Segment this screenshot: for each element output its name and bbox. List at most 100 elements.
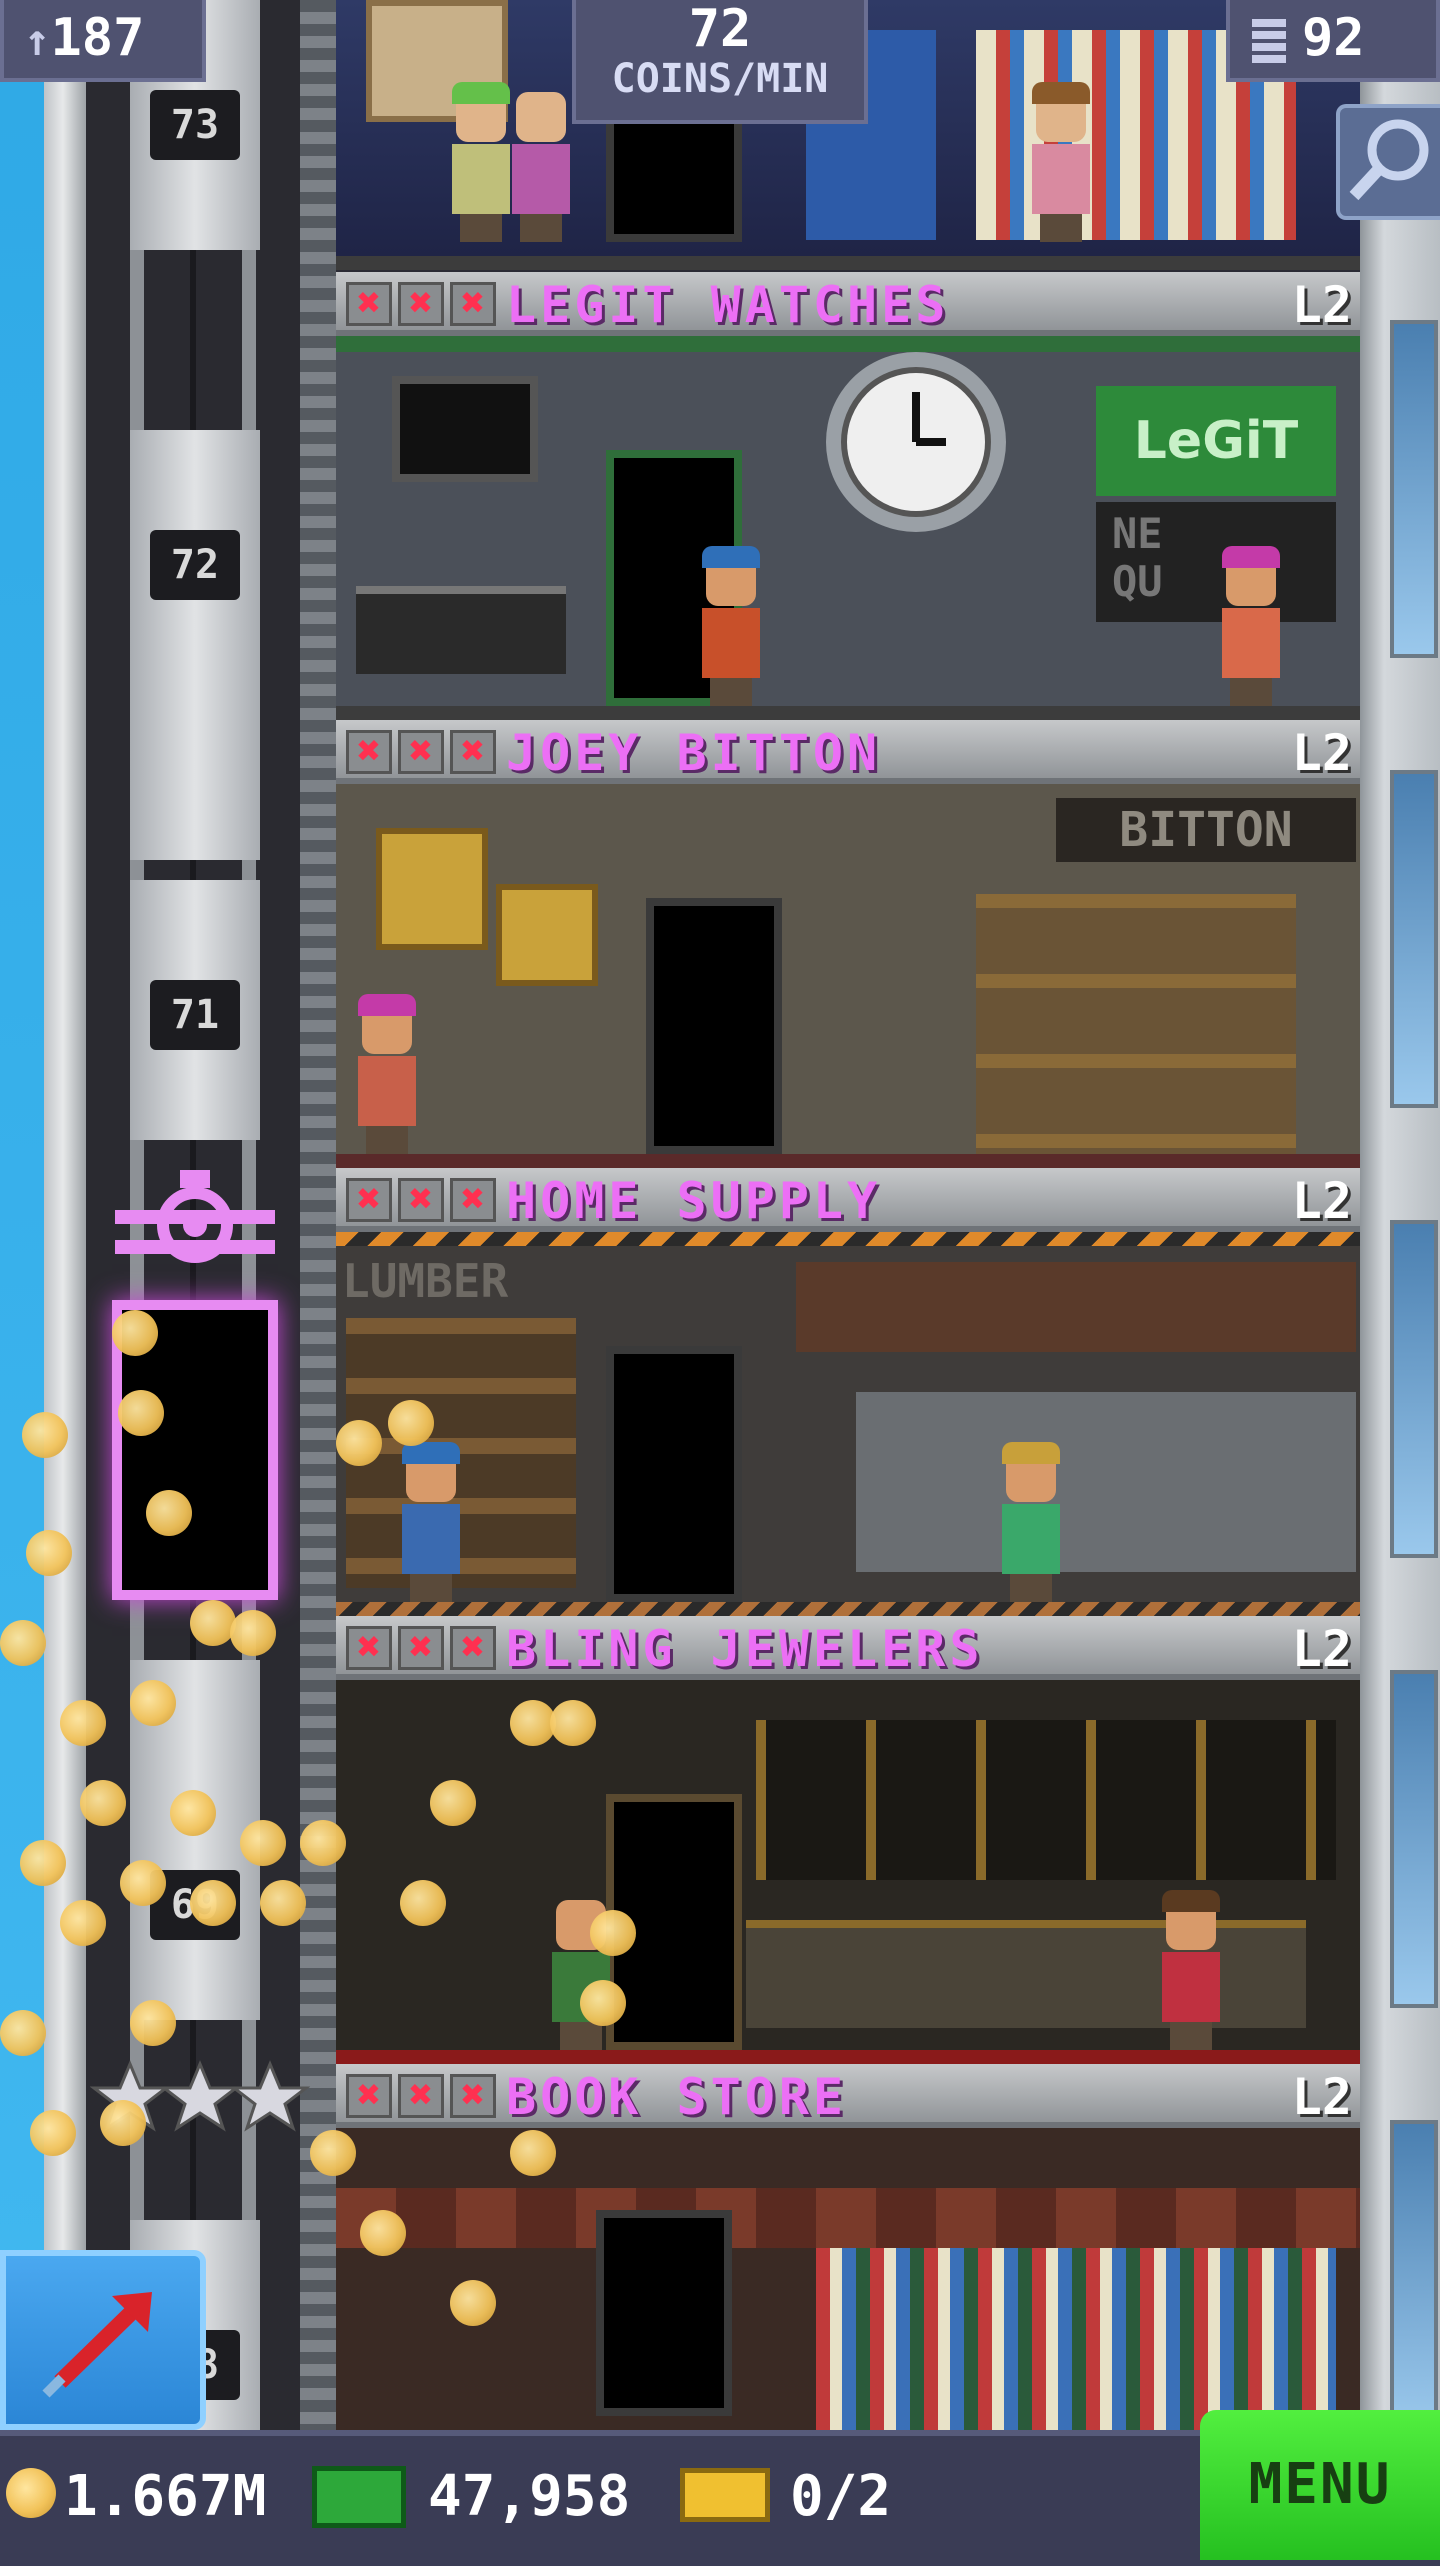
coin-particle bbox=[130, 2000, 176, 2046]
store-sign: BITTON bbox=[1056, 798, 1356, 862]
out-of-stock-icon: ✖ bbox=[398, 1626, 444, 1670]
stock-indicators: ✖ ✖ ✖ bbox=[346, 1626, 496, 1670]
out-of-stock-icon: ✖ bbox=[450, 282, 496, 326]
coin-particle bbox=[388, 1400, 434, 1446]
out-of-stock-icon: ✖ bbox=[346, 730, 392, 774]
coin-particle bbox=[60, 1900, 106, 1946]
coin-particle bbox=[510, 2130, 556, 2176]
jewelry-display-wall bbox=[756, 1720, 1336, 1880]
coin-particle bbox=[400, 1880, 446, 1926]
bookshelf bbox=[816, 2248, 1336, 2430]
out-of-stock-icon: ✖ bbox=[450, 730, 496, 774]
floor-level: L2 bbox=[1291, 276, 1352, 334]
move-arrow-icon bbox=[42, 2292, 152, 2398]
floor-number-label: 73 bbox=[150, 90, 240, 160]
coin-particle bbox=[146, 1490, 192, 1536]
coin-particle bbox=[112, 1310, 158, 1356]
elevator-stop-71[interactable]: 71 bbox=[130, 880, 260, 1140]
coin-particle bbox=[360, 2210, 406, 2256]
floors-value: 92 bbox=[1302, 8, 1365, 68]
floor-number-label: 72 bbox=[150, 530, 240, 600]
floors-icon bbox=[1252, 19, 1286, 63]
floor-banner: ✖ ✖ ✖ JOEY BITTON L2 bbox=[336, 720, 1360, 784]
window bbox=[1390, 320, 1438, 658]
coin-particle bbox=[590, 1910, 636, 1956]
coin-particle bbox=[22, 1412, 68, 1458]
tool-rack bbox=[796, 1262, 1356, 1352]
coin-particle bbox=[550, 1700, 596, 1746]
display-counter bbox=[356, 586, 566, 674]
coins-per-min-label: COINS/MIN bbox=[611, 56, 829, 102]
out-of-stock-icon: ✖ bbox=[346, 282, 392, 326]
stock-indicators: ✖ ✖ ✖ bbox=[346, 1178, 496, 1222]
tenant bbox=[506, 92, 576, 242]
move-button[interactable] bbox=[0, 2250, 206, 2430]
out-of-stock-icon: ✖ bbox=[398, 2074, 444, 2118]
out-of-stock-icon: ✖ bbox=[346, 1626, 392, 1670]
window bbox=[1390, 770, 1438, 1108]
floor-level: L2 bbox=[1291, 724, 1352, 782]
floor-strip bbox=[336, 1602, 1360, 1616]
coin-particle bbox=[230, 1610, 276, 1656]
out-of-stock-icon: ✖ bbox=[450, 2074, 496, 2118]
tenant bbox=[396, 1442, 466, 1602]
elevator-stop-72[interactable]: 72 bbox=[130, 430, 260, 860]
coin-particle bbox=[430, 1780, 476, 1826]
tenant bbox=[696, 546, 766, 706]
tenant bbox=[1216, 546, 1286, 706]
coin-particle bbox=[0, 2010, 46, 2056]
floor-strip bbox=[336, 706, 1360, 720]
floor-banner: ✖ ✖ ✖ BLING JEWELERS L2 bbox=[336, 1616, 1360, 1680]
floor-level: L2 bbox=[1291, 1172, 1352, 1230]
population-icon: ↑ bbox=[24, 15, 51, 66]
tv-screen bbox=[392, 376, 538, 482]
population-counter[interactable]: ↑187 bbox=[0, 0, 206, 82]
floor-banner: ✖ ✖ ✖ LEGIT WATCHES L2 bbox=[336, 272, 1360, 336]
floor-number-label: 71 bbox=[150, 980, 240, 1050]
coin-particle bbox=[300, 1820, 346, 1866]
floor-book-store[interactable]: ✖ ✖ ✖ BOOK STORE L2 bbox=[336, 2064, 1360, 2430]
room-interior: LUMBER bbox=[336, 1232, 1360, 1616]
coin-particle bbox=[580, 1980, 626, 2026]
coin-particle bbox=[60, 1700, 106, 1746]
window bbox=[1390, 1220, 1438, 1558]
out-of-stock-icon: ✖ bbox=[450, 1178, 496, 1222]
store-sign: LUMBER bbox=[342, 1254, 509, 1308]
floor-bling-jewelers[interactable]: ✖ ✖ ✖ BLING JEWELERS L2 bbox=[336, 1616, 1360, 2064]
floor-banner: ✖ ✖ ✖ BOOK STORE L2 bbox=[336, 2064, 1360, 2128]
floor-legit-watches[interactable]: ✖ ✖ ✖ LEGIT WATCHES L2 LeGiT NE QU bbox=[336, 272, 1360, 720]
out-of-stock-icon: ✖ bbox=[398, 730, 444, 774]
window bbox=[1390, 1670, 1438, 2008]
floor-joey-bitton[interactable]: ✖ ✖ ✖ JOEY BITTON L2 BITTON bbox=[336, 720, 1360, 1168]
out-of-stock-icon: ✖ bbox=[398, 1178, 444, 1222]
coin-particle bbox=[30, 2110, 76, 2156]
coin-particle bbox=[20, 1840, 66, 1886]
coin-icon bbox=[6, 2468, 56, 2518]
room-interior: BITTON bbox=[336, 784, 1360, 1168]
floor-home-supply[interactable]: ✖ ✖ ✖ HOME SUPPLY L2 LUMBER bbox=[336, 1168, 1360, 1616]
bux-value: 47,958 bbox=[428, 2464, 631, 2529]
coins-per-min-value: 72 bbox=[688, 0, 752, 59]
floors-counter[interactable]: 92 bbox=[1226, 0, 1440, 82]
room-interior bbox=[336, 1680, 1360, 2064]
floor-strip bbox=[336, 1154, 1360, 1168]
ticket-icon bbox=[680, 2468, 770, 2522]
tenant bbox=[1156, 1890, 1226, 2050]
floor-name: LEGIT WATCHES bbox=[506, 276, 950, 334]
coins-per-min-display: 72 COINS/MIN bbox=[572, 0, 868, 124]
bux-icon bbox=[312, 2466, 406, 2528]
coin-particle bbox=[450, 2280, 496, 2326]
search-icon bbox=[1349, 119, 1429, 201]
coin-particle bbox=[80, 1780, 126, 1826]
floor-banner: ✖ ✖ ✖ HOME SUPPLY L2 bbox=[336, 1168, 1360, 1232]
tickets-value: 0/2 bbox=[790, 2464, 892, 2529]
hazard-stripe bbox=[336, 1232, 1360, 1246]
handbag-shelf bbox=[976, 894, 1296, 1154]
room-doorway bbox=[606, 1346, 742, 1602]
tenant bbox=[996, 1442, 1066, 1602]
coin-particle bbox=[310, 2130, 356, 2176]
store-sign: LeGiT bbox=[1096, 386, 1336, 496]
floor-name: HOME SUPPLY bbox=[506, 1172, 882, 1230]
menu-button[interactable]: MENU bbox=[1200, 2410, 1440, 2560]
search-button[interactable] bbox=[1336, 104, 1440, 220]
